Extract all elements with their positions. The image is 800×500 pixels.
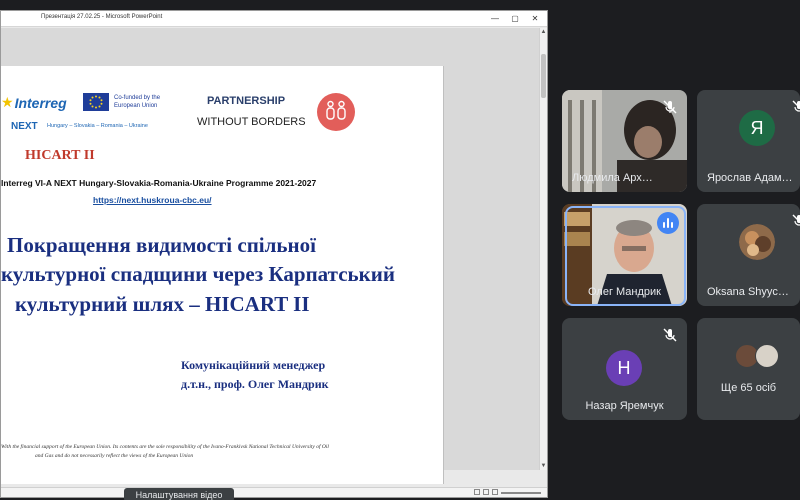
scroll-up-icon[interactable]: ▲ <box>540 28 547 36</box>
slide-title-line-2: культурної спадщини через Карпатський <box>1 262 395 286</box>
mic-off-icon <box>663 100 677 114</box>
view-controls <box>474 489 541 495</box>
without-borders-text: WITHOUT BORDERS <box>197 116 306 128</box>
participant-tile-5[interactable]: Н Назар Яремчук <box>562 318 687 420</box>
more-participants-tile[interactable]: Ще 65 осіб <box>697 318 800 420</box>
partnership-logo-icon <box>317 93 355 131</box>
video-settings-tooltip: Налаштування відео <box>124 488 234 500</box>
slide[interactable]: ★ Interreg Co-funded by the European Uni… <box>1 66 444 484</box>
window-title: Презентація 27.02.25 - Microsoft PowerPo… <box>41 14 163 20</box>
mic-off-icon <box>792 214 800 226</box>
participant-tile-2[interactable]: Я Ярослав Адам… <box>697 90 800 192</box>
mic-off-icon <box>792 100 800 112</box>
eu-cofunded-text: Co-funded by the European Union <box>114 95 161 109</box>
next-label: NEXT <box>11 121 38 132</box>
interreg-logo: ★ Interreg <box>1 94 67 111</box>
disclaimer-line-2: and Gas and do not necessarily reflect t… <box>35 453 194 459</box>
more-participants-avatars <box>735 344 785 370</box>
programme-link[interactable]: https://next.huskroua-cbc.eu/ <box>93 195 212 205</box>
participant-name: Ярослав Адам… <box>707 172 793 184</box>
next-countries: Hungary – Slovakia – Romania – Ukraine <box>47 123 148 129</box>
slide-title-line-1: Покращення видимості спільної <box>7 233 316 257</box>
eu-flag-icon <box>83 93 109 111</box>
interreg-wordmark: Interreg <box>14 94 67 111</box>
scroll-down-icon[interactable]: ▼ <box>540 462 547 470</box>
mic-off-icon <box>663 328 677 342</box>
status-bar <box>1 487 547 497</box>
avatar: Н <box>606 350 642 386</box>
close-button[interactable]: ✕ <box>529 12 541 25</box>
project-short-name: HICART II <box>25 148 95 163</box>
eu-disclaimer: With the financial support of the Europe… <box>1 443 443 461</box>
avatar: Я <box>739 110 775 146</box>
zoom-slider[interactable] <box>501 492 541 494</box>
reading-view-icon[interactable] <box>492 489 498 495</box>
powerpoint-window: Презентація 27.02.25 - Microsoft PowerPo… <box>0 10 548 498</box>
programme-name: Interreg VI-A NEXT Hungary-Slovakia-Roma… <box>1 178 317 188</box>
normal-view-icon[interactable] <box>474 489 480 495</box>
active-speaker-border <box>565 206 686 306</box>
avatar <box>739 224 775 260</box>
participant-name: Назар Яремчук <box>585 400 664 412</box>
avatar <box>755 344 779 368</box>
slide-title-line-3: культурний шлях – HICART II <box>15 292 310 316</box>
author-name: д.т.н., проф. Олег Мандрик <box>181 377 329 391</box>
screen: Презентація 27.02.25 - Microsoft PowerPo… <box>0 0 800 500</box>
vertical-scrollbar[interactable]: ▲ ▼ <box>539 28 547 470</box>
author-role: Комунікаційний менеджер <box>181 358 326 372</box>
partnership-heading: PARTNERSHIP <box>207 95 286 107</box>
disclaimer-line-1: With the financial support of the Europe… <box>1 444 329 450</box>
more-participants-label: Ще 65 осіб <box>720 382 777 394</box>
participant-name: Людмила Арх… <box>572 172 653 184</box>
maximize-button[interactable]: ▢ <box>509 12 521 25</box>
scroll-thumb[interactable] <box>541 54 546 98</box>
minimize-button[interactable]: — <box>489 12 501 25</box>
participant-name: Oksana Shyyc… <box>707 286 789 298</box>
participant-tile-1[interactable]: Людмила Арх… <box>562 90 687 192</box>
participant-tile-4[interactable]: Oksana Shyyc… <box>697 204 800 306</box>
star-icon: ★ <box>1 94 14 110</box>
slide-canvas: ★ Interreg Co-funded by the European Uni… <box>1 28 541 484</box>
window-titlebar: Презентація 27.02.25 - Microsoft PowerPo… <box>1 11 547 27</box>
slide-sorter-icon[interactable] <box>483 489 489 495</box>
